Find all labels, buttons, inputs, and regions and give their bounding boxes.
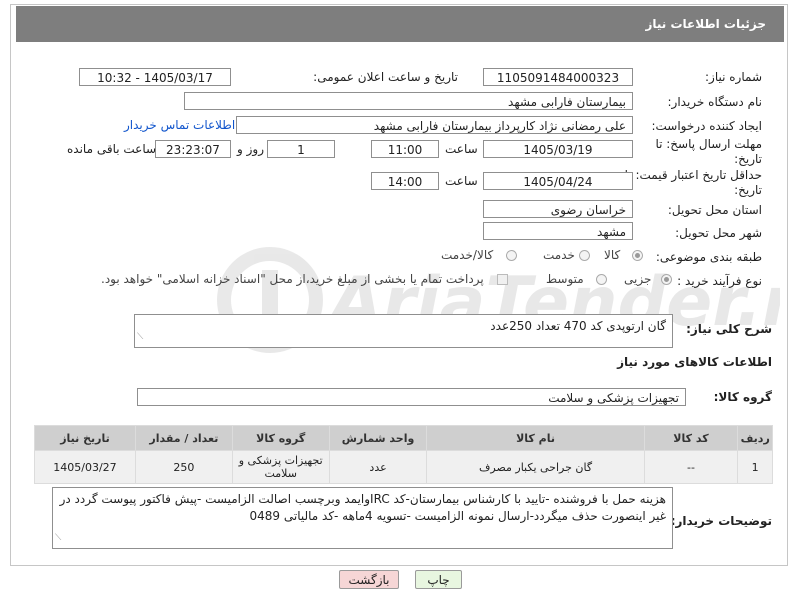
reply-date-field: 1405/03/19	[483, 140, 633, 158]
category-radio-both[interactable]	[506, 250, 517, 261]
buyer-org-label: نام دستگاه خریدار:	[667, 95, 763, 109]
process-type-label: نوع فرآیند خرید :	[677, 274, 762, 288]
cell-unit: عدد	[328, 450, 428, 484]
resize-grip-icon: ⟋	[55, 533, 62, 543]
goods-group-field: تجهیزات پزشکی و سلامت	[137, 388, 686, 406]
need-number-field: 1105091484000323	[483, 68, 633, 86]
goods-group-label: گروه کالا:	[713, 390, 772, 404]
col-goods-name: نام کالا	[426, 425, 645, 451]
table-header-row: ردیف کد کالا نام کالا واحد شمارش گروه کا…	[34, 425, 773, 451]
remaining-label: ساعت باقی مانده	[67, 142, 157, 156]
need-number-label: شماره نیاز:	[705, 70, 762, 84]
category-radio-goods[interactable]	[632, 250, 643, 261]
validity-date-field: 1405/04/24	[483, 172, 633, 190]
page-header: جزئیات اطلاعات نیاز	[16, 6, 784, 42]
category-label: طبقه بندی موضوعی:	[655, 250, 762, 264]
col-unit: واحد شمارش	[328, 425, 428, 451]
treasury-payment-note: پرداخت تمام یا بخشی از مبلغ خرید،از محل …	[101, 272, 484, 286]
col-quantity: تعداد / مقدار	[134, 425, 233, 451]
buyer-org-field: بیمارستان فارابی مشهد	[184, 92, 633, 110]
announce-datetime-label: تاریخ و ساعت اعلان عمومی:	[313, 70, 458, 84]
buyer-notes-label: توضیحات خریدار:	[670, 514, 772, 528]
category-option-both: کالا/خدمت	[441, 248, 494, 262]
price-validity-label: حداقل تاریخ اعتبار قیمت: تا تاریخ:	[624, 168, 762, 197]
validity-time-field: 14:00	[371, 172, 439, 190]
cell-goods-name: گان جراحی یکبار مصرف	[426, 450, 645, 484]
requester-field: علی رمضانی نژاد کارپرداز بیمارستان فاراب…	[236, 116, 633, 134]
table-row: 1 -- گان جراحی یکبار مصرف عدد تجهیزات پز…	[34, 450, 773, 484]
contact-info-link[interactable]: اطلاعات تماس خریدار	[124, 118, 235, 132]
province-field: خراسان رضوی	[483, 200, 633, 218]
reply-deadline-label: مهلت ارسال پاسخ: تا تاریخ:	[655, 137, 762, 166]
summary-text: گان ارتوپدی کد 470 تعداد 250عدد	[490, 319, 666, 333]
remaining-time-field: 23:23:07	[155, 140, 231, 158]
category-option-goods: کالا	[604, 248, 621, 262]
process-radio-partial[interactable]	[661, 274, 672, 285]
province-label: استان محل تحویل:	[667, 203, 762, 217]
print-button[interactable]: چاپ	[415, 570, 462, 589]
process-option-partial: جزیی	[624, 272, 652, 286]
col-goods-code: کد کالا	[643, 425, 739, 451]
buyer-notes-textarea[interactable]: هزینه حمل با فروشنده -تایید با کارشناس ب…	[52, 487, 673, 549]
col-row-number: ردیف	[737, 425, 773, 451]
day-and-label: روز و	[237, 142, 264, 156]
cell-goods-group: تجهیزات پزشکی و سلامت	[231, 450, 330, 484]
cell-quantity: 250	[134, 450, 233, 484]
process-option-medium: متوسط	[546, 272, 584, 286]
process-radio-medium[interactable]	[596, 274, 607, 285]
reply-time-label: ساعت	[445, 142, 478, 156]
city-label: شهر محل تحویل:	[675, 226, 762, 240]
buyer-notes-text: هزینه حمل با فروشنده -تایید با کارشناس ب…	[59, 492, 666, 523]
city-field: مشهد	[483, 222, 633, 240]
back-button[interactable]: بازگشت	[339, 570, 399, 589]
cell-goods-code: --	[643, 450, 739, 484]
summary-textarea[interactable]: گان ارتوپدی کد 470 تعداد 250عدد ⟋	[134, 314, 673, 348]
goods-table: ردیف کد کالا نام کالا واحد شمارش گروه کا…	[34, 425, 773, 484]
reply-days-field: 1	[267, 140, 335, 158]
validity-time-label: ساعت	[445, 174, 478, 188]
category-option-service: خدمت	[543, 248, 575, 262]
requester-label: ایجاد کننده درخواست:	[651, 119, 762, 133]
announce-datetime-field: 1405/03/17 - 10:32	[79, 68, 231, 86]
resize-grip-icon: ⟋	[137, 332, 144, 342]
col-goods-group: گروه کالا	[231, 425, 330, 451]
page-title: جزئیات اطلاعات نیاز	[645, 17, 766, 31]
goods-info-heading: اطلاعات کالاهای مورد نیاز	[617, 355, 772, 369]
reply-time-field: 11:00	[371, 140, 439, 158]
category-radio-service[interactable]	[579, 250, 590, 261]
summary-label: شرح کلی نیاز:	[686, 322, 772, 336]
col-need-date: تاریخ نیاز	[34, 425, 136, 451]
cell-row-number: 1	[737, 450, 773, 484]
cell-need-date: 1405/03/27	[34, 450, 136, 484]
treasury-payment-checkbox[interactable]	[497, 274, 508, 285]
